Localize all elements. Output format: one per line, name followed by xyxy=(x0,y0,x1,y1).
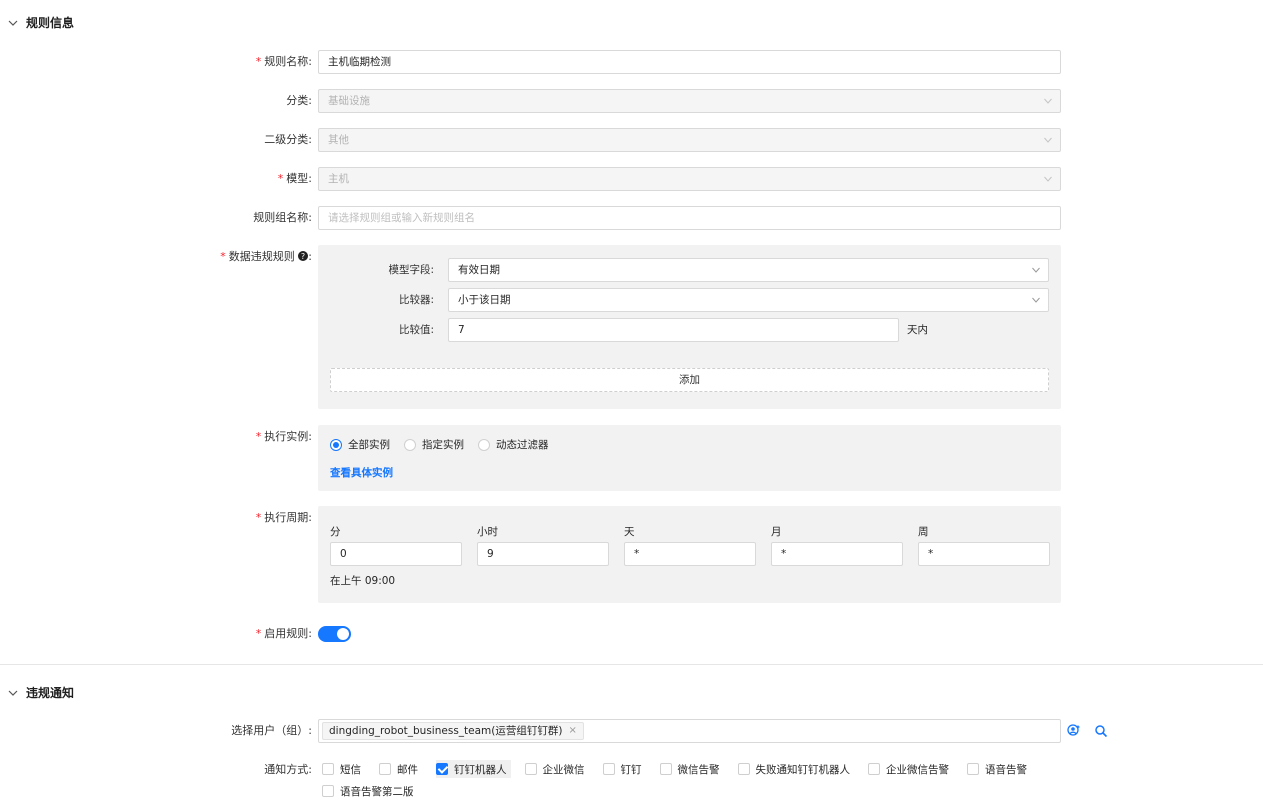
notify-section-header[interactable]: 违规通知 xyxy=(8,684,74,701)
schedule-label: * 执行周期: xyxy=(255,511,312,524)
category-select[interactable]: 基础设施 xyxy=(318,89,1061,113)
chevron-down-icon xyxy=(1032,297,1040,303)
model-select[interactable]: 主机 xyxy=(318,167,1061,191)
sub-category-value: 其他 xyxy=(328,134,349,146)
checkbox-box xyxy=(868,763,880,775)
chevron-down-icon xyxy=(1032,267,1040,273)
cron-hour-input[interactable]: 9 xyxy=(477,542,609,566)
compare-value-input[interactable]: 7 xyxy=(448,318,899,342)
cron-month: 月 * xyxy=(771,524,903,566)
method-voice-alert-checkbox[interactable]: 语音告警 xyxy=(967,760,1031,778)
add-condition-button[interactable]: 添加 xyxy=(330,368,1049,392)
compare-value-label: 比较值: xyxy=(398,324,434,336)
rule-group-input[interactable]: 请选择规则组或输入新规则组名 xyxy=(318,206,1061,230)
comparator-select[interactable]: 小于该日期 xyxy=(448,288,1049,312)
enable-label: * 启用规则: xyxy=(255,627,312,640)
search-icon[interactable] xyxy=(1094,724,1108,738)
model-field-value: 有效日期 xyxy=(458,264,500,276)
radio-dot xyxy=(478,438,490,451)
checkbox-box xyxy=(524,763,537,775)
method-failure-dingtalk-robot-checkbox[interactable]: 失败通知钉钉机器人 xyxy=(737,760,855,778)
rule-group-label: 规则组名称: xyxy=(253,211,312,224)
cron-day: 天 * xyxy=(624,524,756,566)
sub-category-label: 二级分类: xyxy=(264,133,312,146)
section-title: 规则信息 xyxy=(26,16,75,30)
radio-specified-instances[interactable]: 指定实例 xyxy=(404,437,464,452)
cron-minute-header: 分 xyxy=(330,526,341,538)
method-email-checkbox[interactable]: 邮件 xyxy=(379,760,422,778)
rule-info-section-header[interactable]: 规则信息 xyxy=(8,14,74,31)
compare-value-suffix: 天内 xyxy=(907,324,928,336)
section-divider xyxy=(0,664,1263,665)
chevron-down-icon xyxy=(8,690,18,696)
cron-month-header: 月 xyxy=(771,526,782,538)
svg-text:?: ? xyxy=(301,252,305,261)
model-value: 主机 xyxy=(328,173,349,185)
radio-all-instances[interactable]: 全部实例 xyxy=(330,437,390,452)
checkbox-box xyxy=(436,763,448,775)
method-sms-checkbox[interactable]: 短信 xyxy=(322,760,365,778)
enable-toggle[interactable] xyxy=(318,626,351,642)
cron-hour-header: 小时 xyxy=(477,526,498,538)
cron-hour: 小时 9 xyxy=(477,524,609,566)
view-instances-link[interactable]: 查看具体实例 xyxy=(330,465,393,480)
violation-rule-panel: 模型字段: 有效日期 比较器: 小于该日期 比较值: 7 天内 添加 xyxy=(318,245,1061,409)
section-title: 违规通知 xyxy=(26,686,75,700)
checkbox-box xyxy=(602,763,615,775)
cron-day-header: 天 xyxy=(624,526,635,538)
cron-week: 周 * xyxy=(918,524,1050,566)
checkbox-box xyxy=(737,763,750,775)
checkbox-box xyxy=(967,763,979,775)
comparator-value: 小于该日期 xyxy=(458,294,511,306)
schedule-panel: 分 0 小时 9 天 * 月 * 周 * 在上午 09:00 xyxy=(318,506,1061,603)
rule-name-label: * 规则名称: xyxy=(255,55,312,68)
radio-dot xyxy=(330,438,342,451)
cron-day-input[interactable]: * xyxy=(624,542,756,566)
comparator-label: 比较器: xyxy=(398,294,434,306)
cron-minute-input[interactable]: 0 xyxy=(330,542,462,566)
checkbox-box xyxy=(379,763,391,775)
methods-checkbox-group: 短信 邮件 钉钉机器人 企业微信 钉钉 微信告警 失败通知钉钉机器人 企业微信告… xyxy=(322,760,1062,800)
cron-minute: 分 0 xyxy=(330,524,462,566)
instances-label: * 执行实例: xyxy=(255,430,312,443)
violation-rule-label: * 数据违规规则 ?: xyxy=(220,250,312,263)
checkbox-box xyxy=(659,763,672,775)
chevron-down-icon xyxy=(8,20,18,26)
checkbox-box xyxy=(322,763,334,775)
checkbox-box xyxy=(322,785,334,797)
method-wecom-checkbox[interactable]: 企业微信 xyxy=(524,760,589,778)
model-field-select[interactable]: 有效日期 xyxy=(448,258,1049,282)
question-circle-icon[interactable]: ? xyxy=(298,251,309,261)
chevron-down-icon xyxy=(1044,98,1052,104)
model-label: * 模型: xyxy=(277,172,312,185)
method-dingtalk-robot-checkbox[interactable]: 钉钉机器人 xyxy=(436,760,511,778)
method-voice-alert-v2-checkbox[interactable]: 语音告警第二版 xyxy=(322,782,418,800)
cron-week-input[interactable]: * xyxy=(918,542,1050,566)
user-tag-label: dingding_robot_business_team(运营组钉钉群) xyxy=(329,725,563,737)
user-add-icon[interactable] xyxy=(1067,724,1081,738)
method-wecom-alert-checkbox[interactable]: 企业微信告警 xyxy=(868,760,953,778)
radio-dynamic-filter[interactable]: 动态过滤器 xyxy=(478,437,549,452)
method-wechat-alert-checkbox[interactable]: 微信告警 xyxy=(659,760,724,778)
cron-week-header: 周 xyxy=(918,526,929,538)
cron-month-input[interactable]: * xyxy=(771,542,903,566)
category-value: 基础设施 xyxy=(328,95,370,107)
users-label: 选择用户（组）: xyxy=(231,724,312,737)
chevron-down-icon xyxy=(1044,176,1052,182)
model-field-label: 模型字段: xyxy=(388,264,434,276)
sub-category-select[interactable]: 其他 xyxy=(318,128,1061,152)
chevron-down-icon xyxy=(1044,137,1052,143)
method-dingtalk-checkbox[interactable]: 钉钉 xyxy=(602,760,646,778)
instances-radio-group: 全部实例 指定实例 动态过滤器 xyxy=(330,437,549,452)
close-icon[interactable]: × xyxy=(568,720,576,742)
user-tag: dingding_robot_business_team(运营组钉钉群) × xyxy=(322,722,584,740)
rule-name-input[interactable]: 主机临期检测 xyxy=(318,50,1061,74)
schedule-summary: 在上午 09:00 xyxy=(330,575,396,587)
users-select[interactable]: dingding_robot_business_team(运营组钉钉群) × xyxy=(318,719,1061,743)
category-label: 分类: xyxy=(286,94,312,107)
instances-panel: 全部实例 指定实例 动态过滤器 查看具体实例 xyxy=(318,425,1061,491)
radio-dot xyxy=(404,438,416,451)
rule-group-placeholder: 请选择规则组或输入新规则组名 xyxy=(328,212,475,224)
methods-label: 通知方式: xyxy=(264,763,312,776)
